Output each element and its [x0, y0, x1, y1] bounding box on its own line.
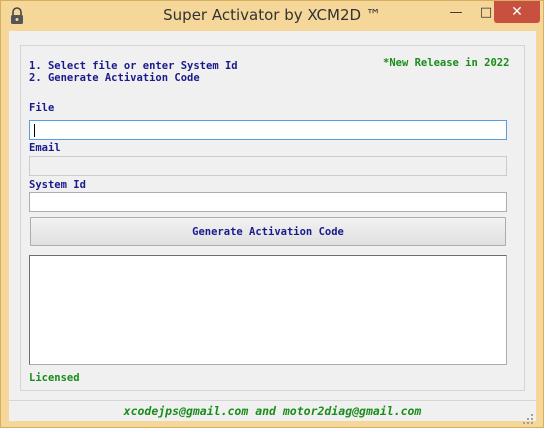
client-area: 1. Select file or enter System Id 2. Gen…: [9, 31, 536, 424]
text-caret: [34, 124, 35, 137]
file-input[interactable]: [29, 120, 507, 140]
license-status: Licensed: [29, 372, 80, 384]
system-id-label: System Id: [29, 179, 86, 191]
activation-code-output[interactable]: [29, 255, 507, 365]
generate-activation-code-button[interactable]: Generate Activation Code: [30, 217, 506, 246]
file-label: File: [29, 102, 55, 114]
contact-emails: xcodejps@gmail.com and motor2diag@gmail.…: [123, 404, 422, 418]
email-field[interactable]: [29, 156, 507, 176]
close-button[interactable]: ✕: [494, 1, 540, 23]
instruction-step-1: 1. Select file or enter System Id: [29, 60, 238, 72]
generate-button-label: Generate Activation Code: [192, 225, 344, 238]
instruction-step-2: 2. Generate Activation Code: [29, 72, 200, 84]
resize-grip-icon[interactable]: [523, 409, 533, 424]
minimize-button[interactable]: —: [441, 1, 471, 23]
email-label: Email: [29, 142, 61, 154]
status-bar: xcodejps@gmail.com and motor2diag@gmail.…: [9, 400, 536, 424]
release-note: *New Release in 2022: [383, 57, 510, 69]
system-id-input[interactable]: [29, 192, 507, 212]
title-bar[interactable]: Super Activator by XCM2D ™ — □ ✕: [1, 1, 543, 31]
app-window: Super Activator by XCM2D ™ — □ ✕ 1. Sele…: [0, 0, 544, 428]
